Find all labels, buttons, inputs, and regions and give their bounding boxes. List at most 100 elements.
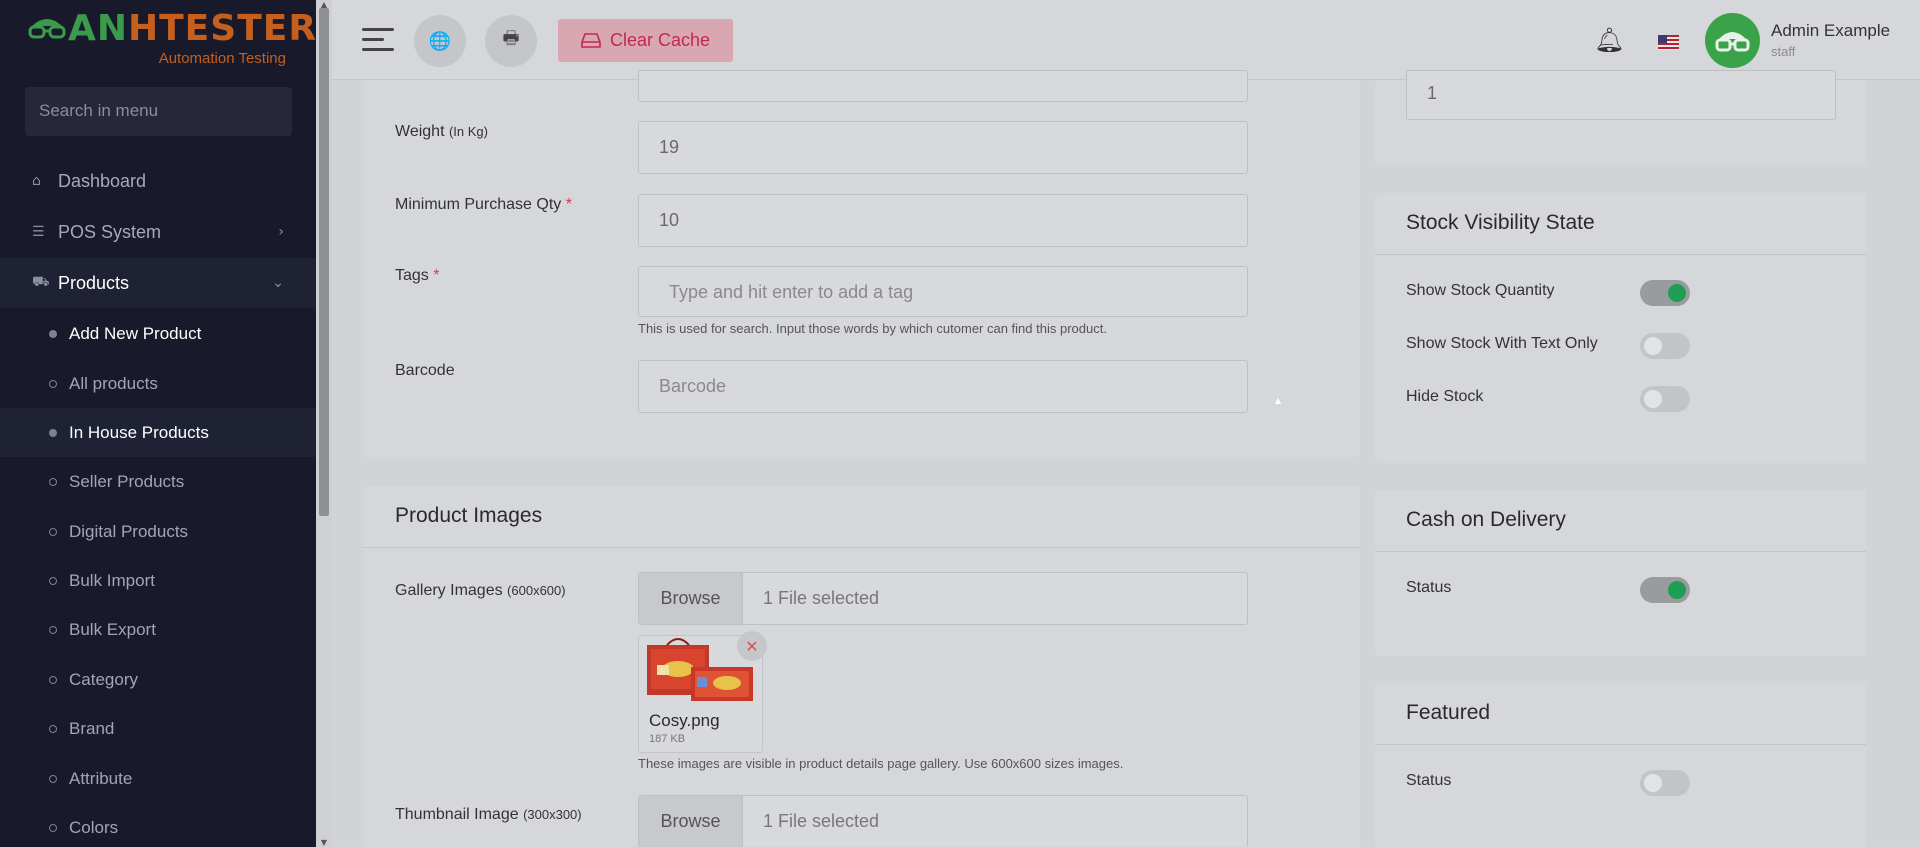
bullet-icon: [49, 428, 57, 437]
card-divider: [1375, 551, 1866, 552]
scrollbar-thumb[interactable]: [319, 8, 329, 516]
sidebar-subitem-bulk-import[interactable]: Bulk Import: [0, 556, 316, 605]
min-purchase-qty-input[interactable]: 10: [638, 194, 1248, 247]
product-images-title: Product Images: [395, 504, 543, 527]
mouse-cursor-icon: ▲: [1275, 396, 1282, 405]
sidebar-item-label: Products: [58, 272, 130, 293]
cod-status-toggle[interactable]: [1640, 577, 1690, 603]
logo-subtitle: Automation Testing: [158, 50, 286, 67]
globe-icon[interactable]: 🌐: [414, 15, 466, 67]
sidebar: ANHTESTER Automation Testing Search in m…: [0, 0, 316, 847]
notification-bell-icon[interactable]: 🔔︎: [1594, 26, 1624, 54]
weight-input[interactable]: 19: [638, 121, 1248, 174]
card-divider: [1375, 254, 1866, 255]
gallery-file-preview: Cosy.png 187 KB ✕: [638, 631, 767, 753]
sidebar-item-label: Dashboard: [58, 170, 147, 191]
scroll-down-arrow-icon[interactable]: ▼: [319, 838, 329, 847]
cart-icon: ⛟: [32, 274, 50, 290]
menu-toggle-icon[interactable]: [362, 28, 394, 52]
tags-input[interactable]: Type and hit enter to add a tag: [638, 266, 1248, 317]
bullet-icon: [49, 576, 57, 585]
sidebar-item-products[interactable]: ⛟ Products ⌄: [0, 258, 316, 308]
right-top-input[interactable]: 1: [1406, 70, 1836, 120]
hide-stock-label: Hide Stock: [1406, 388, 1484, 405]
show-stock-quantity-label: Show Stock Quantity: [1406, 282, 1555, 299]
featured-status-toggle[interactable]: [1640, 770, 1690, 796]
sidebar-subitem-add-new-product[interactable]: Add New Product: [0, 309, 316, 358]
featured-status-label: Status: [1406, 772, 1452, 789]
card-divider: [364, 547, 1360, 548]
stock-visibility-card: Stock Visibility State Show Stock Quanti…: [1375, 193, 1866, 463]
sidebar-subitem-label: Bulk Export: [69, 619, 156, 639]
sidebar-item-label: POS System: [58, 221, 162, 242]
bullet-icon: [49, 527, 57, 536]
bullet-icon: [49, 379, 57, 388]
product-information-card: Weight (In Kg) 19 Minimum Purchase Qty *…: [364, 70, 1360, 457]
weight-label: Weight (In Kg): [395, 123, 488, 140]
barcode-input[interactable]: Barcode: [638, 360, 1248, 413]
gallery-file-status: 1 File selected: [763, 588, 880, 608]
sidebar-subitem-label: In House Products: [69, 422, 209, 442]
clear-cache-label: Clear Cache: [609, 30, 711, 50]
sidebar-subitem-label: All products: [69, 373, 158, 393]
sidebar-item-dashboard[interactable]: ⌂ Dashboard: [0, 156, 316, 206]
min-purchase-qty-label: Minimum Purchase Qty *: [395, 196, 572, 213]
thumbnail-file-input[interactable]: Browse 1 File selected: [638, 795, 1248, 847]
home-icon: ⌂: [32, 173, 41, 189]
thumbnail-browse-button[interactable]: Browse: [639, 796, 743, 847]
clear-cache-button[interactable]: Clear Cache: [558, 19, 733, 62]
cash-on-delivery-title: Cash on Delivery: [1406, 508, 1566, 531]
bullet-icon: [49, 774, 57, 783]
sidebar-subitem-bulk-export[interactable]: Bulk Export: [0, 605, 316, 654]
sidebar-subitem-digital-products[interactable]: Digital Products: [0, 507, 316, 556]
logo-glasses-icon: [28, 19, 66, 39]
featured-title: Featured: [1406, 701, 1491, 724]
avatar[interactable]: [1705, 13, 1760, 68]
stock-visibility-title: Stock Visibility State: [1406, 211, 1595, 234]
sidebar-subitem-attribute[interactable]: Attribute: [0, 754, 316, 803]
thumbnail-image-label: Thumbnail Image (300x300): [395, 806, 582, 823]
sidebar-subitem-seller-products[interactable]: Seller Products: [0, 457, 316, 506]
gallery-images-label: Gallery Images (600x600): [395, 582, 566, 599]
logo-brand: ANHTESTER: [68, 8, 318, 49]
show-stock-quantity-toggle[interactable]: [1640, 280, 1690, 306]
bullet-icon: [49, 675, 57, 684]
sidebar-subitem-category[interactable]: Category: [0, 655, 316, 704]
avatar-glasses-icon: [1715, 32, 1750, 52]
hide-stock-toggle[interactable]: [1640, 386, 1690, 412]
sidebar-subitem-label: Bulk Import: [69, 570, 155, 590]
sidebar-item-pos-system[interactable]: ☰ POS System ›: [0, 207, 316, 257]
hard-drive-icon: [581, 32, 601, 48]
chevron-down-icon: ⌄: [272, 275, 284, 291]
sidebar-subitem-colors[interactable]: Colors: [0, 803, 316, 847]
right-top-card: 1: [1375, 70, 1866, 165]
list-icon: ☰: [32, 224, 45, 240]
show-stock-text-only-toggle[interactable]: [1640, 333, 1690, 359]
bullet-icon: [49, 823, 57, 832]
gallery-browse-button[interactable]: Browse: [639, 573, 743, 624]
gallery-images-file-input[interactable]: Browse 1 File selected: [638, 572, 1248, 625]
menu-search-input[interactable]: Search in menu: [25, 87, 292, 136]
sidebar-subitem-in-house-products[interactable]: In House Products: [0, 408, 316, 457]
sidebar-subitem-label: Attribute: [69, 768, 133, 788]
sidebar-subitem-all-products[interactable]: All products: [0, 359, 316, 408]
printer-icon[interactable]: 🖶: [485, 15, 537, 67]
sidebar-subitem-label: Seller Products: [69, 471, 185, 491]
featured-card: Featured Status: [1375, 683, 1866, 847]
sidebar-subitem-brand[interactable]: Brand: [0, 704, 316, 753]
topbar: 🌐 🖶 Clear Cache 🔔︎ Admin Example staff: [332, 0, 1920, 80]
sidebar-subitem-label: Digital Products: [69, 521, 189, 541]
previous-field-input[interactable]: [638, 70, 1248, 102]
sidebar-subitem-label: Colors: [69, 817, 119, 837]
bullet-icon: [49, 329, 57, 338]
user-name[interactable]: Admin Example: [1771, 21, 1890, 41]
logo[interactable]: ANHTESTER Automation Testing: [28, 8, 316, 68]
sidebar-scrollbar[interactable]: ▲ ▼: [316, 0, 332, 847]
cod-status-label: Status: [1406, 579, 1452, 596]
show-stock-text-only-label: Show Stock With Text Only: [1406, 335, 1598, 352]
remove-file-close-icon[interactable]: ✕: [737, 631, 767, 661]
us-flag-icon[interactable]: [1658, 35, 1679, 50]
chevron-right-icon: ›: [278, 224, 284, 240]
barcode-label: Barcode: [395, 362, 455, 379]
bullet-icon: [49, 625, 57, 634]
